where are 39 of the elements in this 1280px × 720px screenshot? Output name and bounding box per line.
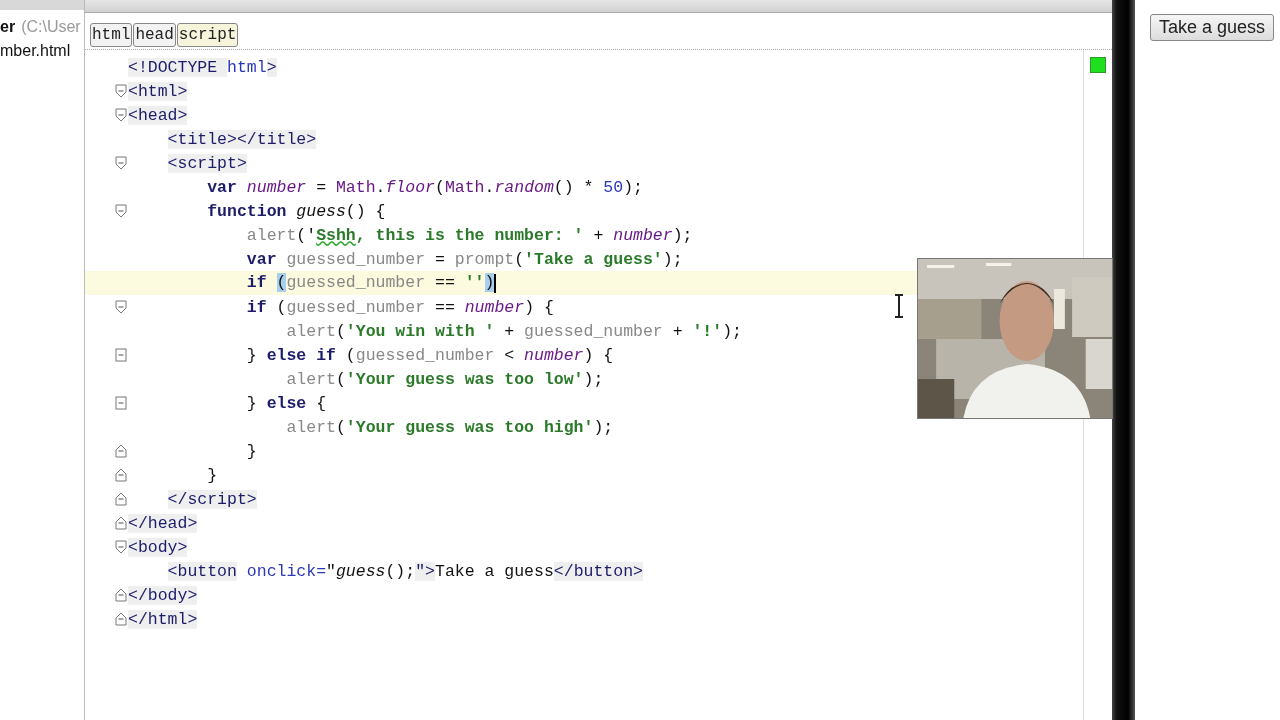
fold-icon[interactable] (115, 468, 127, 482)
code-line: var guessed_number = prompt('Take a guess'); (245, 249, 683, 269)
fold-icon[interactable] (115, 588, 127, 602)
breadcrumb[interactable]: script (176, 23, 239, 47)
breadcrumb[interactable]: head (133, 23, 176, 47)
code-line: alert('Sshh, this is the number: ' + number); (245, 225, 693, 245)
fold-icon[interactable] (115, 204, 127, 218)
code-line: } else { (245, 393, 327, 413)
project-path: (C:\User (21, 18, 81, 36)
fold-icon[interactable] (115, 108, 127, 122)
code-line: <button onclick="guess();">Take a guess</button> (166, 561, 643, 581)
project-name: er (0, 18, 16, 36)
code-line: <!DOCTYPE html> (128, 57, 277, 77)
code-line: if (guessed_number == '') (245, 273, 497, 293)
code-line: function guess() { (206, 201, 386, 221)
code-line: alert('You win with ' + guessed_number + '!'); (285, 321, 742, 341)
code-line: var number = Math.floor(Math.random() * 50); (206, 177, 643, 197)
fold-icon[interactable] (115, 396, 127, 410)
status-marker (1090, 57, 1106, 73)
fold-icon[interactable] (115, 84, 127, 98)
breadcrumb[interactable]: html (90, 23, 133, 47)
fold-icon[interactable] (115, 156, 127, 170)
code-line: } (245, 441, 257, 461)
fold-icon[interactable] (115, 612, 127, 626)
splitter-bar[interactable] (1112, 0, 1135, 720)
code-line: alert('Your guess was too high'); (285, 417, 614, 437)
fold-icon[interactable] (115, 348, 127, 362)
code-line: } else if (guessed_number < number) { (245, 345, 614, 365)
fold-icon[interactable] (115, 540, 127, 554)
fold-icon[interactable] (115, 492, 127, 506)
text-cursor-icon (894, 294, 904, 318)
code-line: if (guessed_number == number) { (245, 297, 554, 317)
code-line: } (206, 465, 218, 485)
code-line: alert('Your guess was too low'); (285, 369, 604, 389)
fold-icon[interactable] (115, 444, 127, 458)
fold-icon[interactable] (115, 300, 127, 314)
take-guess-button[interactable]: Take a guess (1150, 14, 1275, 41)
file-item[interactable]: mber.html (0, 42, 84, 60)
fold-icon[interactable] (115, 516, 127, 530)
